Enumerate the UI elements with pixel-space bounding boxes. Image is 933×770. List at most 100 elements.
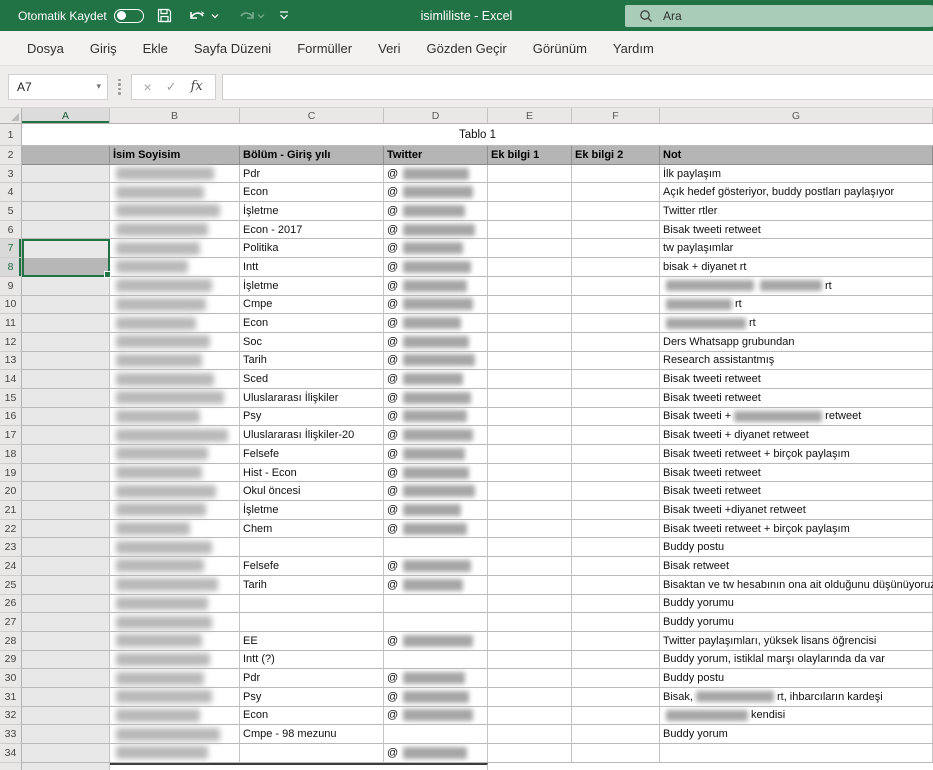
tab-g-zden-ge-ir[interactable]: Gözden Geçir bbox=[414, 33, 520, 64]
cell-b10[interactable] bbox=[110, 296, 240, 315]
row-header-23[interactable]: 23 bbox=[0, 538, 22, 557]
cell-g23[interactable]: Buddy postu bbox=[660, 538, 933, 557]
cell-c20[interactable]: Okul öncesi bbox=[240, 482, 384, 501]
formula-bar-grip[interactable] bbox=[114, 79, 125, 95]
cell-d20[interactable]: @ bbox=[384, 482, 488, 501]
cell-g10[interactable]: rt bbox=[660, 296, 933, 315]
cell-c21[interactable]: İşletme bbox=[240, 501, 384, 520]
column-header-e[interactable]: E bbox=[488, 108, 572, 124]
cell-f3[interactable] bbox=[572, 165, 660, 184]
cell-a19[interactable] bbox=[22, 464, 110, 483]
cell-a31[interactable] bbox=[22, 688, 110, 707]
cell-a13[interactable] bbox=[22, 352, 110, 371]
cell-a35[interactable] bbox=[22, 763, 110, 770]
cell-e31[interactable] bbox=[488, 688, 572, 707]
row-header-7[interactable]: 7 bbox=[0, 239, 22, 258]
cell-d28[interactable]: @ bbox=[384, 632, 488, 651]
cell-a32[interactable] bbox=[22, 707, 110, 726]
cell-c15[interactable]: Uluslararası İlişkiler bbox=[240, 389, 384, 408]
cell-a22[interactable] bbox=[22, 520, 110, 539]
row-header-4[interactable]: 4 bbox=[0, 183, 22, 202]
cell-d9[interactable]: @ bbox=[384, 277, 488, 296]
cell-f22[interactable] bbox=[572, 520, 660, 539]
cell-f25[interactable] bbox=[572, 576, 660, 595]
row-header-31[interactable]: 31 bbox=[0, 688, 22, 707]
cell-f19[interactable] bbox=[572, 464, 660, 483]
table-title-cell[interactable]: Tablo 1 bbox=[22, 124, 933, 146]
cell-f12[interactable] bbox=[572, 333, 660, 352]
cell-d29[interactable] bbox=[384, 651, 488, 670]
cell-f29[interactable] bbox=[572, 651, 660, 670]
cell-b6[interactable] bbox=[110, 221, 240, 240]
cell-b34[interactable] bbox=[110, 744, 240, 763]
cell-f14[interactable] bbox=[572, 370, 660, 389]
cell-c14[interactable]: Sced bbox=[240, 370, 384, 389]
header-cell-c2[interactable]: Bölüm - Giriş yılı bbox=[240, 146, 384, 165]
cell-a16[interactable] bbox=[22, 408, 110, 427]
column-header-g[interactable]: G bbox=[660, 108, 933, 124]
redo-button[interactable] bbox=[231, 6, 267, 26]
autosave-toggle[interactable] bbox=[114, 9, 144, 23]
cell-g6[interactable]: Bisak tweeti retweet bbox=[660, 221, 933, 240]
cell-b18[interactable] bbox=[110, 445, 240, 464]
cell-f6[interactable] bbox=[572, 221, 660, 240]
cell-d8[interactable]: @ bbox=[384, 258, 488, 277]
cell-g24[interactable]: Bisak retweet bbox=[660, 557, 933, 576]
cell-c13[interactable]: Tarih bbox=[240, 352, 384, 371]
row-header-30[interactable]: 30 bbox=[0, 669, 22, 688]
cell-a12[interactable] bbox=[22, 333, 110, 352]
cell-b33[interactable] bbox=[110, 725, 240, 744]
cell-b3[interactable] bbox=[110, 165, 240, 184]
cell-c9[interactable]: İşletme bbox=[240, 277, 384, 296]
row-header-11[interactable]: 11 bbox=[0, 314, 22, 333]
cell-g16[interactable]: Bisak tweeti + retweet bbox=[660, 408, 933, 427]
cell-f34[interactable] bbox=[572, 744, 660, 763]
column-header-c[interactable]: C bbox=[240, 108, 384, 124]
cell-a24[interactable] bbox=[22, 557, 110, 576]
cell-g8[interactable]: bisak + diyanet rt bbox=[660, 258, 933, 277]
cell-e8[interactable] bbox=[488, 258, 572, 277]
cell-f28[interactable] bbox=[572, 632, 660, 651]
cell-e22[interactable] bbox=[488, 520, 572, 539]
cell-c29[interactable]: Intt (?) bbox=[240, 651, 384, 670]
cell-f18[interactable] bbox=[572, 445, 660, 464]
cell-c30[interactable]: Pdr bbox=[240, 669, 384, 688]
cell-a30[interactable] bbox=[22, 669, 110, 688]
cell-d4[interactable]: @ bbox=[384, 183, 488, 202]
cell-g29[interactable]: Buddy yorum, istiklal marşı olaylarında … bbox=[660, 651, 933, 670]
cell-b4[interactable] bbox=[110, 183, 240, 202]
cell-d23[interactable] bbox=[384, 538, 488, 557]
cell-c11[interactable]: Econ bbox=[240, 314, 384, 333]
cell-e20[interactable] bbox=[488, 482, 572, 501]
cell-e21[interactable] bbox=[488, 501, 572, 520]
cell-d6[interactable]: @ bbox=[384, 221, 488, 240]
cell-c16[interactable]: Psy bbox=[240, 408, 384, 427]
cell-g3[interactable]: İlk paylaşım bbox=[660, 165, 933, 184]
cell-c25[interactable]: Tarih bbox=[240, 576, 384, 595]
cell-b32[interactable] bbox=[110, 707, 240, 726]
cell-f26[interactable] bbox=[572, 595, 660, 614]
undo-button[interactable] bbox=[185, 6, 221, 26]
cell-c34[interactable] bbox=[240, 744, 384, 763]
cell-d18[interactable]: @ bbox=[384, 445, 488, 464]
cell-d16[interactable]: @ bbox=[384, 408, 488, 427]
row-header-18[interactable]: 18 bbox=[0, 445, 22, 464]
cell-c32[interactable]: Econ bbox=[240, 707, 384, 726]
insert-function-icon[interactable]: fx bbox=[191, 79, 203, 94]
cell-b22[interactable] bbox=[110, 520, 240, 539]
cell-g31[interactable]: Bisak, rt, ihbarcıların kardeşi bbox=[660, 688, 933, 707]
cell-b23[interactable] bbox=[110, 538, 240, 557]
cell-f13[interactable] bbox=[572, 352, 660, 371]
cell-a10[interactable] bbox=[22, 296, 110, 315]
cell-e4[interactable] bbox=[488, 183, 572, 202]
cell-d22[interactable]: @ bbox=[384, 520, 488, 539]
cell-a18[interactable] bbox=[22, 445, 110, 464]
cell-a8[interactable] bbox=[22, 258, 110, 277]
cell-c27[interactable] bbox=[240, 613, 384, 632]
cell-g34[interactable] bbox=[660, 744, 933, 763]
cell-b28[interactable] bbox=[110, 632, 240, 651]
row-header-27[interactable]: 27 bbox=[0, 613, 22, 632]
cell-b15[interactable] bbox=[110, 389, 240, 408]
cell-g22[interactable]: Bisak tweeti retweet + birçok paylaşım bbox=[660, 520, 933, 539]
cell-e32[interactable] bbox=[488, 707, 572, 726]
